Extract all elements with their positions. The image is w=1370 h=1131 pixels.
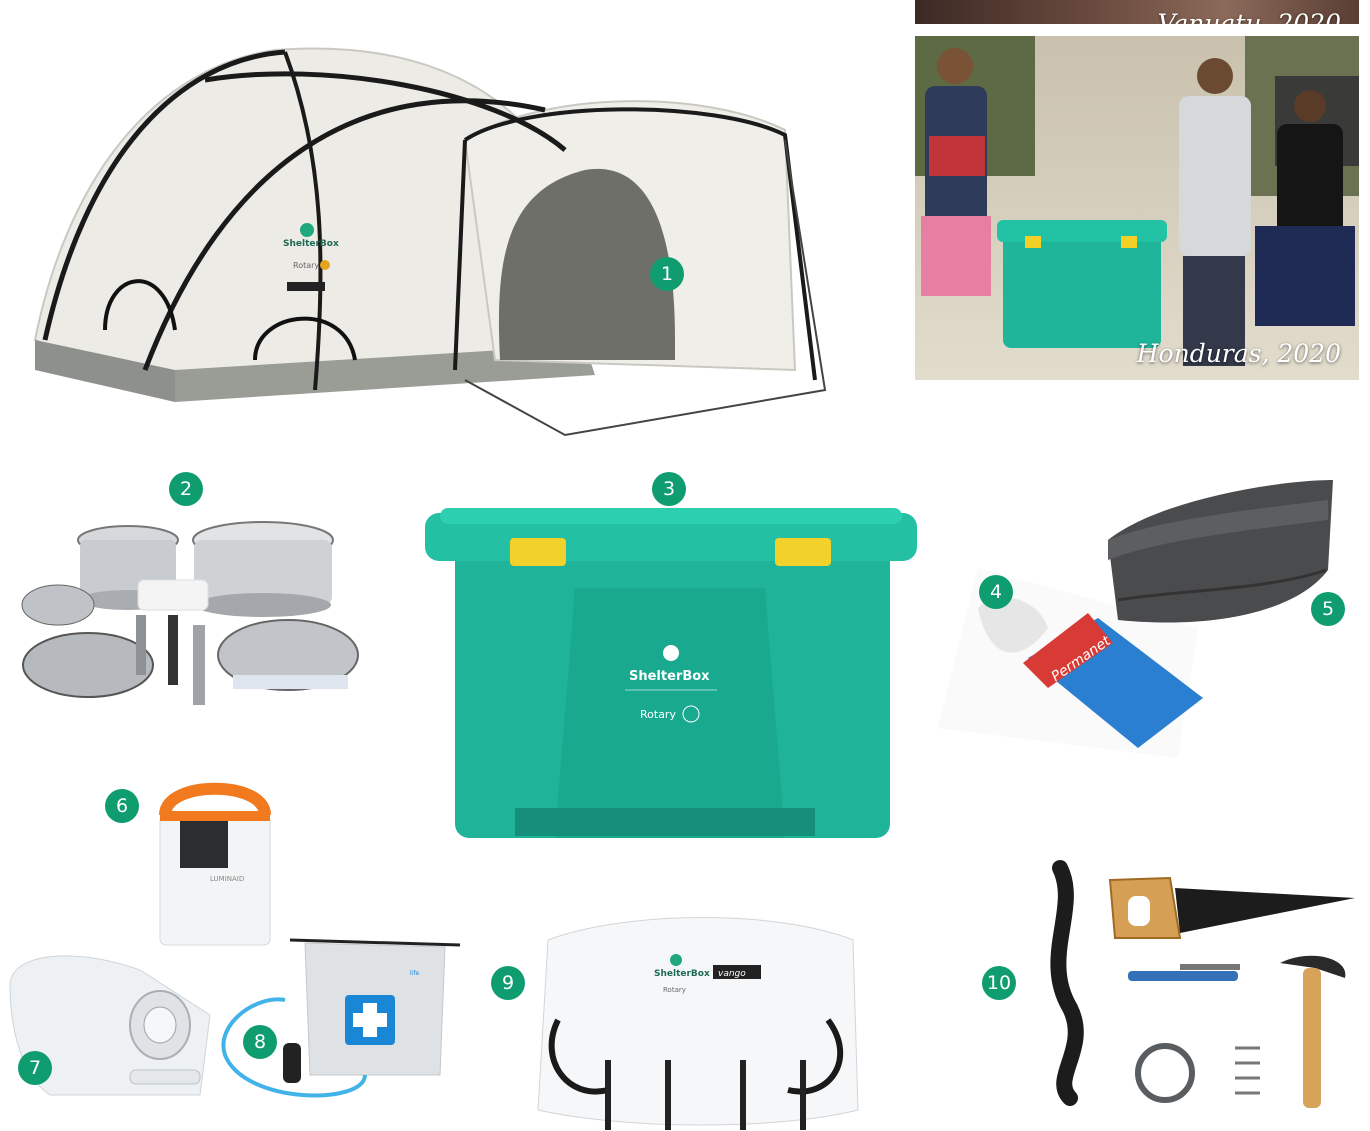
tool-kit-icon [1050, 860, 1355, 1108]
item-number-badge: 10 [982, 966, 1016, 1000]
blanket-icon [1108, 480, 1333, 623]
item-number-badge: 7 [18, 1051, 52, 1085]
photo-honduras: Honduras, 2020 [915, 36, 1359, 380]
item-number-badge: 5 [1311, 592, 1345, 626]
lantern-brand-label: LUMINAID [210, 875, 244, 883]
storage-box-icon: ShelterBox Rotary [425, 508, 917, 838]
item-number-badge: 6 [105, 789, 139, 823]
photo-caption: Honduras, 2020 [1136, 339, 1341, 368]
filter-brand-label: life [410, 970, 419, 977]
duffel-bag-icon: ShelterBox vango Rotary [537, 917, 859, 1130]
solar-lantern-icon: LUMINAID [159, 782, 271, 946]
item-number-badge: 1 [650, 257, 684, 291]
item-number-badge: 8 [243, 1025, 277, 1059]
photo-vanuatu: Vanuatu, 2020 [915, 0, 1359, 24]
item-number-badge: 9 [491, 966, 525, 1000]
box-brand-label: ShelterBox [629, 669, 710, 684]
item-number-badge: 4 [979, 575, 1013, 609]
brand-logo: ShelterBox [283, 239, 339, 249]
bag-vango-label: vango [718, 969, 746, 979]
cookware-icon [21, 521, 359, 705]
item-number-badge: 2 [169, 472, 203, 506]
photo-caption: Vanuatu, 2020 [1157, 9, 1341, 24]
tent-icon: ShelterBox Rotary [33, 47, 827, 437]
bag-rotary-label: Rotary [663, 986, 686, 994]
svg-text:Rotary: Rotary [293, 261, 319, 270]
water-filter-icon: life [221, 938, 461, 1098]
item-number-badge: 3 [652, 472, 686, 506]
box-rotary-label: Rotary [640, 708, 676, 721]
photo-scene [915, 36, 1359, 380]
bag-brand-label: ShelterBox [654, 969, 710, 979]
